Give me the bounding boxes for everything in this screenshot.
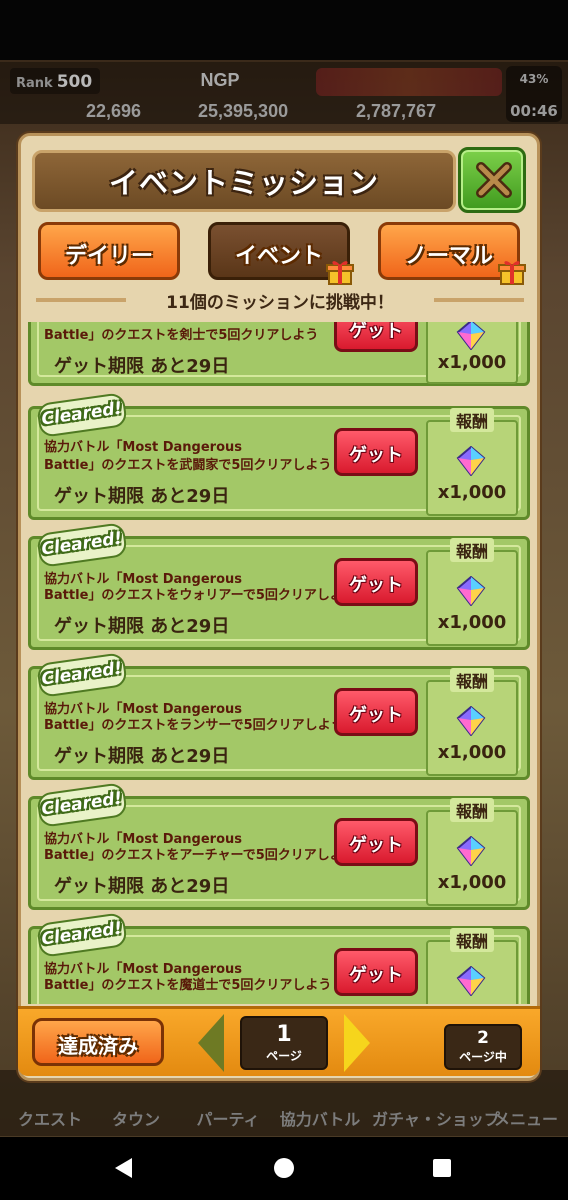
event-banner xyxy=(316,68,502,96)
current-page: 1 xyxy=(276,1022,292,1047)
achieved-button[interactable]: 達成済み xyxy=(32,1018,164,1066)
total-page-unit: ページ中 xyxy=(459,1050,507,1064)
mission-description: Battle」のクエストをウォリアーで5回クリアしよう xyxy=(44,588,356,603)
screen: Rank 500 NGP 43% 00:46 22,696 25,395,300 2… xyxy=(0,0,568,1200)
prev-page-icon[interactable] xyxy=(198,1014,224,1072)
get-button[interactable]: ゲット xyxy=(334,688,418,736)
gift-icon xyxy=(326,261,354,285)
reward-quantity: x1,000 xyxy=(437,612,507,633)
gold-count: 25,395,300 xyxy=(198,101,289,121)
mission-counter: 11個のミッションに挑戦中！ xyxy=(166,293,394,313)
bottom-nav-town[interactable]: タウン xyxy=(86,1106,186,1130)
recent-apps-icon[interactable] xyxy=(433,1159,451,1177)
mission-deadline: ゲット期限 あと29日 xyxy=(54,746,230,767)
reward-label: 報酬 xyxy=(450,928,494,952)
status-bar xyxy=(0,0,568,60)
divider xyxy=(36,298,126,302)
divider xyxy=(434,298,524,302)
mission-deadline: ゲット期限 あと29日 xyxy=(54,876,230,897)
reward-quantity: x1,000 xyxy=(437,872,507,893)
bottom-nav-coop-battle[interactable]: 協力バトル xyxy=(270,1106,370,1130)
mission-list[interactable]: Battle」のクエストを剣士で5回クリアしよう ゲット期限 あと29日 ゲット… xyxy=(26,322,532,1004)
tab-daily[interactable]: デイリー xyxy=(38,222,180,280)
bottom-nav-quest[interactable]: クエスト xyxy=(0,1106,100,1130)
close-button[interactable] xyxy=(458,147,526,213)
mission-description: Battle」のクエストをアーチャーで5回クリアしよう xyxy=(44,848,356,863)
mission-description: 協力バトル「Most Dangerous xyxy=(44,440,243,455)
mission-description: Battle」のクエストを魔道士で5回クリアしよう xyxy=(44,978,332,993)
bottom-nav-gacha-shop[interactable]: ガチャ・ショップ xyxy=(372,1106,500,1130)
page-unit-label: ページ xyxy=(266,1049,302,1063)
reward-label: 報酬 xyxy=(450,408,494,432)
gem-count: 22,696 xyxy=(86,101,142,121)
total-page-count: 2 xyxy=(477,1028,489,1048)
rainbow-gem-icon xyxy=(456,446,486,476)
get-button[interactable]: ゲット xyxy=(334,558,418,606)
get-button[interactable]: ゲット xyxy=(334,948,418,996)
rank-display: Rank 500 xyxy=(10,68,100,94)
reward-quantity: x1,000 xyxy=(437,482,507,503)
mission-description: Battle」のクエストを剣士で5回クリアしよう xyxy=(44,328,319,343)
mission-deadline: ゲット期限 あと29日 xyxy=(54,356,230,377)
reward-label: 報酬 xyxy=(450,538,494,562)
battery-clock: 43% 00:46 xyxy=(506,66,562,122)
mission-deadline: ゲット期限 あと29日 xyxy=(54,616,230,637)
rainbow-gem-icon xyxy=(456,706,486,736)
get-button[interactable]: ゲット xyxy=(334,322,418,352)
reward-label: 報酬 xyxy=(450,798,494,822)
mission-description: Battle」のクエストを武闘家で5回クリアしよう xyxy=(44,458,332,473)
home-icon[interactable] xyxy=(274,1158,294,1178)
close-icon xyxy=(476,162,512,198)
bottom-nav-menu[interactable]: メニュー xyxy=(476,1106,568,1130)
rainbow-gem-icon xyxy=(456,322,486,350)
battery-level: 43% xyxy=(519,72,549,86)
next-page-icon[interactable] xyxy=(344,1014,370,1072)
reward-quantity: x1,000 xyxy=(437,352,507,373)
bottom-nav-party[interactable]: パーティ xyxy=(178,1106,278,1130)
rainbow-gem-icon xyxy=(456,966,486,996)
reward-quantity: x1,000 xyxy=(437,742,507,763)
reward-label: 報酬 xyxy=(450,668,494,692)
rainbow-gem-icon xyxy=(456,576,486,606)
clock-time: 00:46 xyxy=(510,102,558,120)
rainbow-gem-icon xyxy=(456,836,486,866)
rank-value: 500 xyxy=(56,72,93,92)
mission-deadline: ゲット期限 あと29日 xyxy=(54,486,230,507)
page-indicator: 1 ページ xyxy=(240,1016,328,1070)
point-count: 2,787,767 xyxy=(356,101,437,121)
mission-description: Battle」のクエストをランサーで5回クリアしよう xyxy=(44,718,344,733)
total-pages: 2 ページ中 xyxy=(444,1024,522,1070)
player-name: NGP xyxy=(200,70,240,90)
get-button[interactable]: ゲット xyxy=(334,428,418,476)
back-icon[interactable] xyxy=(115,1158,132,1178)
rank-label: Rank xyxy=(16,76,53,91)
gift-icon xyxy=(498,261,526,285)
get-button[interactable]: ゲット xyxy=(334,818,418,866)
dialog-title: イベントミッション xyxy=(108,166,379,200)
